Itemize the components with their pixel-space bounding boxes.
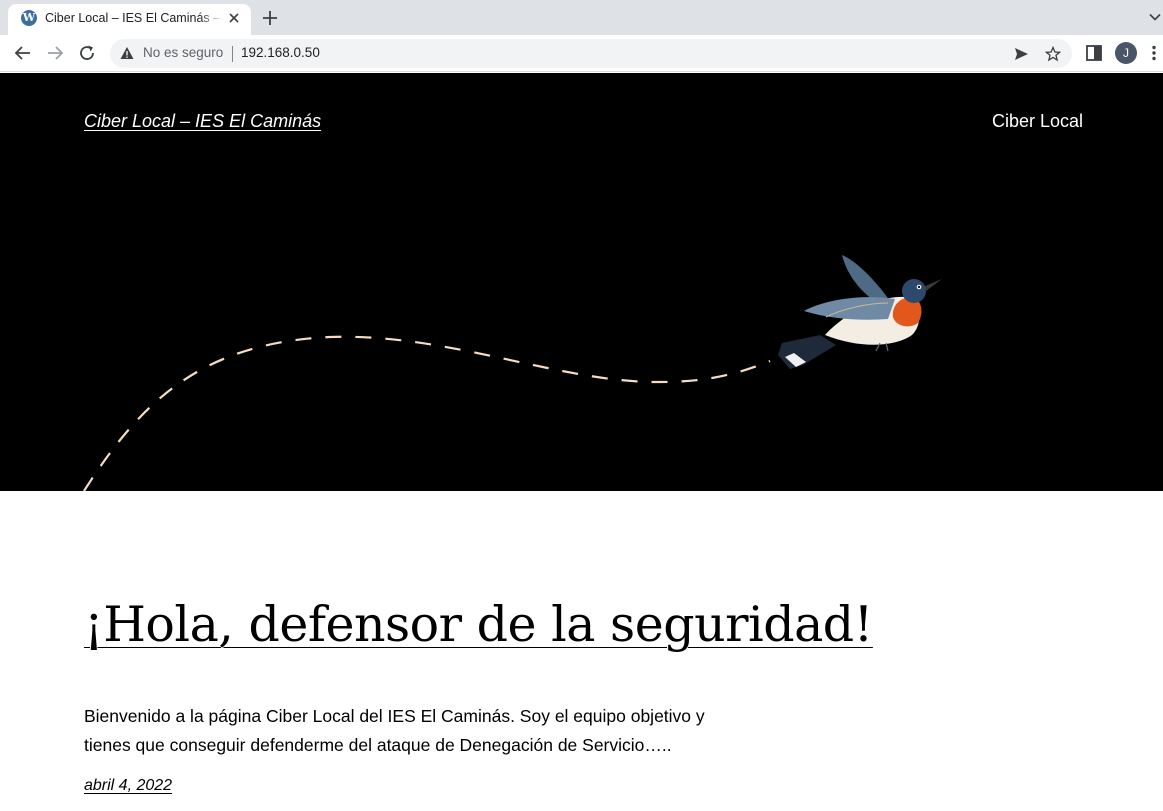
address-bar[interactable]: No es seguro 192.168.0.50 [110,39,1072,68]
bird-icon [778,255,942,369]
menu-icon[interactable] [1149,44,1159,62]
profile-avatar[interactable]: J [1115,42,1137,64]
wordpress-icon: W [21,10,37,26]
plus-icon[interactable] [260,8,280,28]
post-title-link[interactable]: ¡Hola, defensor de la seguridad! [84,596,873,653]
side-panel-icon[interactable] [1085,44,1103,62]
post-date-link[interactable]: abril 4, 2022 [84,777,172,795]
reload-icon[interactable] [77,43,97,63]
warning-icon[interactable] [120,46,134,60]
chevron-down-icon[interactable] [1148,10,1162,24]
dashed-flight-path [83,335,771,491]
star-icon[interactable] [1045,46,1061,62]
browser-toolbar: No es seguro 192.168.0.50 J [0,35,1163,72]
browser-tab[interactable]: W Ciber Local – IES El Caminás – Ciber L… [8,4,251,35]
close-icon[interactable] [226,10,242,26]
back-icon[interactable] [13,43,33,63]
nav-link-ciber-local[interactable]: Ciber Local [992,111,1083,132]
post-excerpt: Bienvenido a la página Ciber Local del I… [84,706,705,755]
site-header: Ciber Local – IES El Caminás Ciber Local [0,73,1163,491]
send-icon[interactable] [1013,46,1029,62]
tab-title: Ciber Local – IES El Caminás – Ciber Loc… [45,11,223,25]
divider [232,46,233,62]
security-label[interactable]: No es seguro [143,45,223,60]
tab-strip: W Ciber Local – IES El Caminás – Ciber L… [0,0,1163,35]
hero-illustration [83,255,942,491]
site-title-link[interactable]: Ciber Local – IES El Caminás [84,111,321,132]
forward-icon[interactable] [45,43,65,63]
url-text[interactable]: 192.168.0.50 [241,45,320,60]
